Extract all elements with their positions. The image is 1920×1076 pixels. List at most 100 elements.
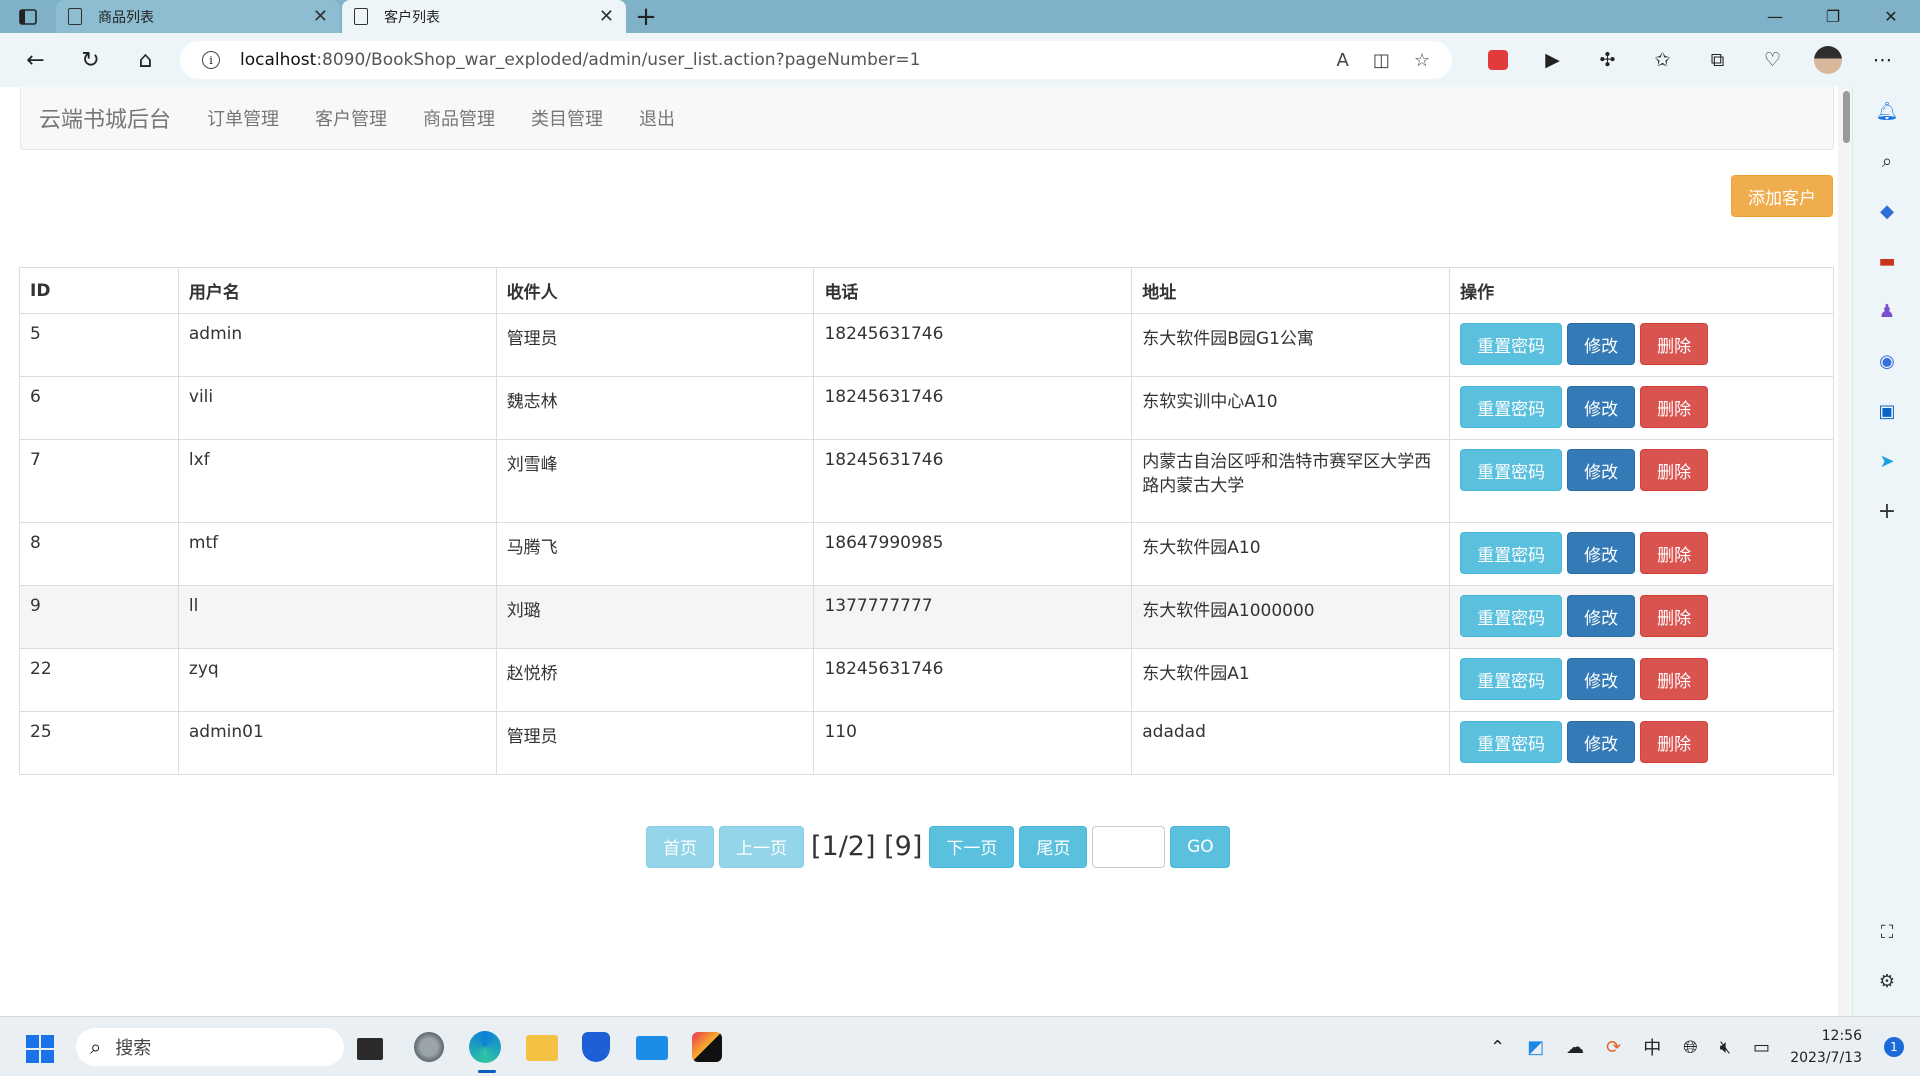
close-window-icon[interactable]: ✕	[1862, 0, 1920, 33]
nav-logout[interactable]: 退出	[621, 105, 693, 131]
chevron-up-icon[interactable]: ⌃	[1490, 1037, 1505, 1058]
games-icon[interactable]: ♟	[1875, 299, 1899, 323]
favorites-icon[interactable]: ✩	[1635, 33, 1690, 87]
taskbar-search[interactable]: ⌕ 搜索	[76, 1028, 344, 1066]
cell-actions: 重置密码 修改 删除	[1449, 376, 1834, 440]
header-phone: 电话	[813, 267, 1133, 314]
tab-customer-list[interactable]: 客户列表 ✕	[342, 0, 626, 33]
collections-icon[interactable]: ⧉	[1690, 33, 1745, 87]
reset-password-button[interactable]: 重置密码	[1460, 323, 1563, 365]
add-icon[interactable]: +	[1875, 499, 1899, 524]
address-bar[interactable]: i localhost:8090/BookShop_war_exploded/a…	[180, 41, 1452, 79]
extension-red-icon[interactable]	[1470, 33, 1525, 87]
edit-button[interactable]: 修改	[1567, 595, 1636, 637]
prev-page-button[interactable]: 上一页	[719, 825, 804, 868]
nav-orders[interactable]: 订单管理	[189, 105, 297, 131]
next-page-button[interactable]: 下一页	[929, 825, 1015, 868]
copilot-icon[interactable]: ◉	[1875, 349, 1899, 373]
customer-table: ID 用户名 收件人 电话 地址 操作 5 admin 管理员 18245631…	[19, 267, 1834, 775]
edit-button[interactable]: 修改	[1567, 449, 1636, 491]
delete-button[interactable]: 删除	[1640, 449, 1709, 491]
last-page-button[interactable]: 尾页	[1019, 825, 1088, 868]
tab-actions-icon[interactable]	[0, 0, 56, 33]
taskbar-clock[interactable]: 12:56 2023/7/13	[1790, 1025, 1862, 1069]
mail-icon[interactable]	[636, 1036, 668, 1060]
screenshot-icon[interactable]: ⛶	[1875, 920, 1899, 944]
delete-button[interactable]: 删除	[1640, 595, 1709, 637]
first-page-button[interactable]: 首页	[646, 825, 714, 868]
widgets-icon[interactable]	[414, 1032, 444, 1062]
onedrive-cloud-icon[interactable]: ☁	[1566, 1037, 1584, 1058]
nav-customers[interactable]: 客户管理	[297, 105, 405, 131]
tools-icon[interactable]: ▬	[1875, 249, 1899, 273]
page-number-input[interactable]	[1092, 825, 1166, 868]
favorite-star-icon[interactable]: ☆	[1414, 50, 1430, 71]
new-tab-button[interactable]: +	[626, 0, 666, 33]
volume-muted-icon[interactable]: 🔇︎	[1720, 1037, 1731, 1058]
performance-heart-icon[interactable]: ♡	[1745, 33, 1800, 87]
edit-button[interactable]: 修改	[1567, 323, 1636, 365]
tray-app-icon[interactable]: ◩	[1527, 1037, 1544, 1058]
tab-product-list[interactable]: 商品列表 ✕	[56, 0, 340, 33]
minimize-icon[interactable]: —	[1746, 0, 1804, 33]
home-button[interactable]: ⌂	[118, 33, 173, 87]
reset-password-button[interactable]: 重置密码	[1460, 658, 1563, 700]
defender-icon[interactable]	[582, 1032, 610, 1062]
edit-button[interactable]: 修改	[1567, 532, 1636, 574]
outlook-icon[interactable]: ▣	[1875, 399, 1899, 423]
page-content: 云端书城后台 订单管理 客户管理 商品管理 类目管理 退出 添加客户 ID 用户…	[0, 87, 1838, 1016]
add-customer-button[interactable]: 添加客户	[1731, 175, 1833, 217]
task-view-icon[interactable]	[357, 1038, 383, 1060]
restore-icon[interactable]: ❐	[1804, 0, 1862, 33]
refresh-button[interactable]: ↻	[63, 33, 118, 87]
send-icon[interactable]: ➤	[1875, 449, 1899, 473]
reset-password-button[interactable]: 重置密码	[1460, 449, 1563, 491]
delete-button[interactable]: 删除	[1640, 532, 1709, 574]
page-icon	[68, 8, 82, 25]
site-info-icon[interactable]: i	[202, 51, 220, 69]
sync-icon[interactable]: ⟳	[1606, 1037, 1621, 1058]
settings-gear-icon[interactable]: ⚙	[1875, 969, 1899, 993]
edit-button[interactable]: 修改	[1567, 386, 1636, 428]
header-address: 地址	[1131, 267, 1451, 314]
reset-password-button[interactable]: 重置密码	[1460, 721, 1563, 763]
reset-password-button[interactable]: 重置密码	[1460, 532, 1563, 574]
delete-button[interactable]: 删除	[1640, 323, 1709, 365]
avatar[interactable]	[1800, 33, 1855, 87]
windows-start-icon[interactable]	[26, 1035, 54, 1063]
notification-badge[interactable]: 1	[1884, 1037, 1904, 1057]
search-icon[interactable]: ⌕	[1875, 149, 1899, 173]
scrollbar-thumb[interactable]	[1843, 91, 1850, 143]
edit-button[interactable]: 修改	[1567, 658, 1636, 700]
file-explorer-icon[interactable]	[526, 1035, 558, 1061]
more-menu-icon[interactable]: ⋯	[1855, 33, 1910, 87]
delete-button[interactable]: 删除	[1640, 386, 1709, 428]
network-globe-icon[interactable]: 🌐︎	[1683, 1037, 1697, 1058]
read-aloud-icon[interactable]: A	[1337, 50, 1349, 71]
table-row: 25 admin01 管理员 110 adadad 重置密码 修改 删除	[19, 711, 1834, 775]
battery-icon[interactable]: ▭	[1753, 1037, 1770, 1058]
reset-password-button[interactable]: 重置密码	[1460, 595, 1563, 637]
go-button[interactable]: GO	[1170, 825, 1231, 868]
back-button[interactable]: ←	[8, 33, 63, 87]
shopping-tag-icon[interactable]: ◆	[1875, 199, 1899, 223]
play-icon[interactable]: ▶	[1525, 33, 1580, 87]
reset-password-button[interactable]: 重置密码	[1460, 386, 1563, 428]
nav-products[interactable]: 商品管理	[405, 105, 513, 131]
notification-bell-icon[interactable]: 🔔︎	[1875, 99, 1899, 123]
brand-title[interactable]: 云端书城后台	[21, 102, 189, 134]
close-icon[interactable]: ✕	[313, 6, 328, 27]
split-screen-icon[interactable]: ◫	[1373, 50, 1390, 71]
page-scrollbar[interactable]	[1838, 87, 1852, 1016]
extensions-area: ▶ ✣ ✩ ⧉ ♡ ⋯	[1470, 33, 1910, 87]
delete-button[interactable]: 删除	[1640, 658, 1709, 700]
edge-browser-icon[interactable]	[469, 1031, 501, 1063]
delete-button[interactable]: 删除	[1640, 721, 1709, 763]
nav-categories[interactable]: 类目管理	[513, 105, 621, 131]
close-icon[interactable]: ✕	[599, 6, 614, 27]
cell-username: zyq	[177, 648, 497, 712]
ime-indicator[interactable]: 中	[1643, 1034, 1661, 1060]
intellij-icon[interactable]	[692, 1032, 722, 1062]
edit-button[interactable]: 修改	[1567, 721, 1636, 763]
extensions-puzzle-icon[interactable]: ✣	[1580, 33, 1635, 87]
